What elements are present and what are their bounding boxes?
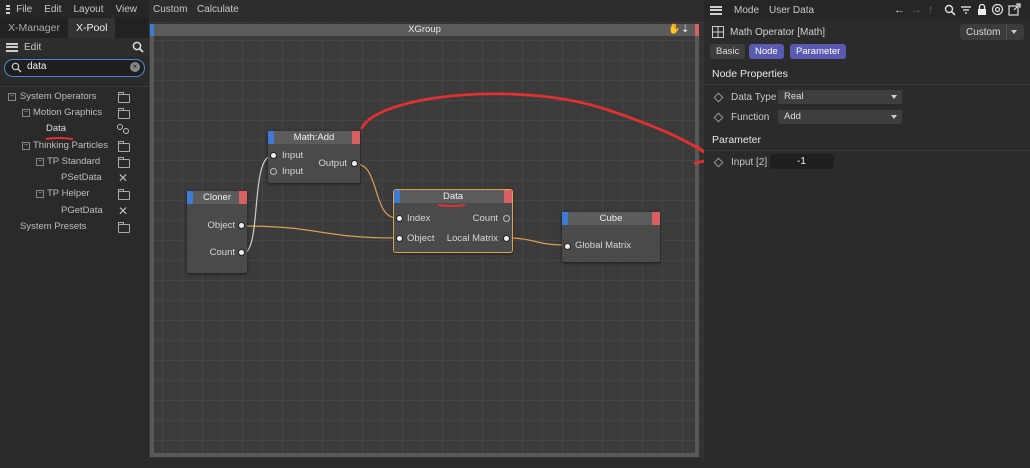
divider: [704, 150, 1030, 151]
function-value: Add: [784, 111, 801, 122]
input-2-field[interactable]: -1: [770, 154, 834, 169]
keyframe-diamond-icon[interactable]: [713, 157, 724, 168]
chevron-down-icon: [891, 95, 897, 99]
port-object: Object: [207, 220, 235, 231]
port-dot[interactable]: [396, 215, 403, 222]
section-parameter: Parameter: [712, 134, 762, 146]
section-node-properties: Node Properties: [712, 68, 788, 80]
node-math-add[interactable]: Math:Add Input Input Output: [268, 131, 360, 183]
keyframe-diamond-icon[interactable]: [713, 92, 724, 103]
menu-user-data[interactable]: User Data: [769, 5, 814, 16]
node-title: Cube: [599, 213, 623, 224]
port-dot[interactable]: [396, 235, 403, 242]
data-type-dropdown[interactable]: Real: [778, 90, 902, 104]
lock-icon[interactable]: [977, 3, 987, 16]
tab-node[interactable]: Node: [749, 44, 784, 59]
arrow-up-icon[interactable]: ↑: [928, 4, 934, 16]
node-header[interactable]: Math:Add: [268, 131, 360, 144]
target-icon[interactable]: [991, 3, 1004, 16]
arrow-right-icon[interactable]: →: [911, 4, 922, 16]
port-dot[interactable]: [564, 243, 571, 250]
output-port-bar[interactable]: [239, 191, 247, 204]
math-node-icon: [712, 26, 724, 38]
node-cube[interactable]: Cube Global Matrix: [562, 212, 660, 262]
port-dot[interactable]: [270, 152, 277, 159]
function-label: Function: [731, 112, 770, 123]
port-dot[interactable]: [351, 160, 358, 167]
tab-parameter[interactable]: Parameter: [790, 44, 847, 59]
annotation-arrow: [360, 92, 714, 160]
port-count: Count: [209, 247, 235, 258]
node-title: Cloner: [203, 192, 231, 203]
node-cloner[interactable]: Cloner Object Count: [187, 191, 247, 273]
chevron-down-icon: [891, 115, 897, 119]
node-title: Math:Add: [293, 132, 335, 143]
keyframe-diamond-icon[interactable]: [713, 112, 724, 123]
port-index: Index: [407, 213, 431, 224]
port-input-1: Input: [282, 150, 304, 161]
attribute-manager: Mode User Data ← → ↑ Math Operator [Math…: [704, 0, 1030, 468]
port-global-matrix: Global Matrix: [575, 240, 631, 251]
port-local-matrix: Local Matrix: [446, 233, 498, 244]
menu-mode[interactable]: Mode: [734, 5, 759, 16]
node-header[interactable]: Cloner: [187, 191, 247, 204]
data-type-value: Real: [784, 91, 804, 102]
output-port-bar[interactable]: [504, 190, 512, 203]
port-count: Count: [472, 213, 498, 224]
input-port-bar[interactable]: [394, 190, 400, 203]
input-2-label: Input [2]: [731, 157, 768, 168]
wire-data-to-cube: [506, 237, 567, 246]
layout-value: Custom: [966, 27, 1001, 38]
function-dropdown[interactable]: Add: [778, 110, 902, 124]
filter-icon[interactable]: [960, 4, 972, 16]
wire-mathadd-to-data: [355, 163, 398, 219]
node-data[interactable]: Data Index Object Count Local Matrix: [393, 189, 513, 253]
port-dot[interactable]: [238, 249, 245, 256]
port-output: Output: [318, 158, 347, 169]
arrow-left-icon[interactable]: ←: [894, 4, 905, 16]
port-dot[interactable]: [503, 235, 510, 242]
divider: [704, 84, 1030, 85]
port-dot[interactable]: [238, 222, 245, 229]
layout-dropdown[interactable]: Custom: [960, 24, 1024, 40]
input-port-bar[interactable]: [562, 212, 568, 225]
object-title: Math Operator [Math]: [730, 27, 826, 38]
input-2-value: -1: [797, 156, 806, 167]
divider: [1006, 24, 1007, 40]
node-title: Data: [442, 191, 464, 202]
port-input-2: Input: [282, 166, 304, 177]
hamburger-icon[interactable]: [710, 5, 722, 15]
new-window-icon[interactable]: [1008, 3, 1021, 16]
node-header[interactable]: Data: [394, 190, 512, 203]
port-dot[interactable]: [503, 215, 510, 222]
wire-cloner-object-to-data: [242, 225, 398, 239]
data-type-label: Data Type: [731, 92, 777, 103]
tab-basic[interactable]: Basic: [710, 44, 746, 59]
node-header[interactable]: Cube: [562, 212, 660, 225]
search-icon[interactable]: [944, 4, 956, 16]
input-port-bar[interactable]: [268, 131, 274, 144]
port-object: Object: [407, 233, 435, 244]
port-dot[interactable]: [270, 168, 277, 175]
annotation-underline: [437, 204, 466, 207]
input-port-bar[interactable]: [187, 191, 193, 204]
chevron-down-icon: [1011, 30, 1017, 34]
output-port-bar[interactable]: [652, 212, 660, 225]
output-port-bar[interactable]: [352, 131, 360, 144]
